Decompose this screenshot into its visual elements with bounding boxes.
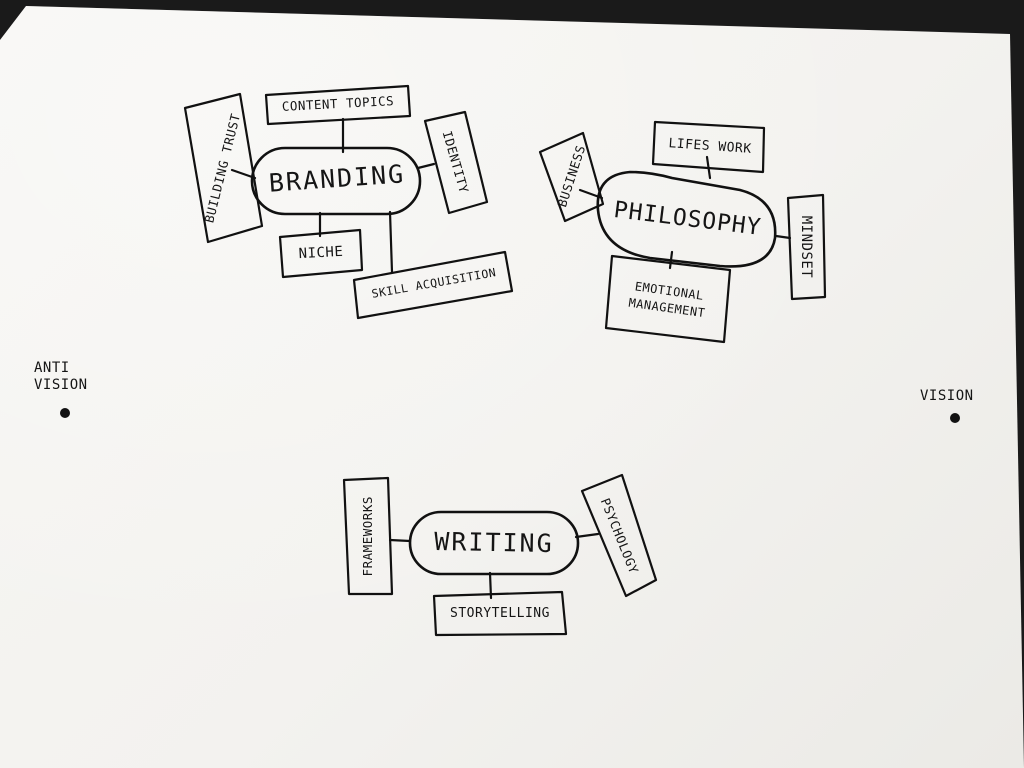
anti-vision-line-2: VISION	[34, 376, 88, 393]
vision-label: VISION	[920, 388, 974, 404]
writing-hub-label: WRITING	[434, 526, 554, 559]
vision-dot	[950, 413, 960, 423]
anti-vision-line-1: ANTI	[34, 360, 70, 376]
mindset-label: MINDSET	[798, 215, 814, 279]
anti-vision-label: ANTI VISION	[34, 360, 114, 394]
mind-map-drawing	[60, 84, 960, 637]
anti-vision-dot	[60, 408, 70, 418]
storytelling-label: STORYTELLING	[450, 606, 550, 621]
frameworks-label: FRAMEWORKS	[359, 496, 375, 577]
